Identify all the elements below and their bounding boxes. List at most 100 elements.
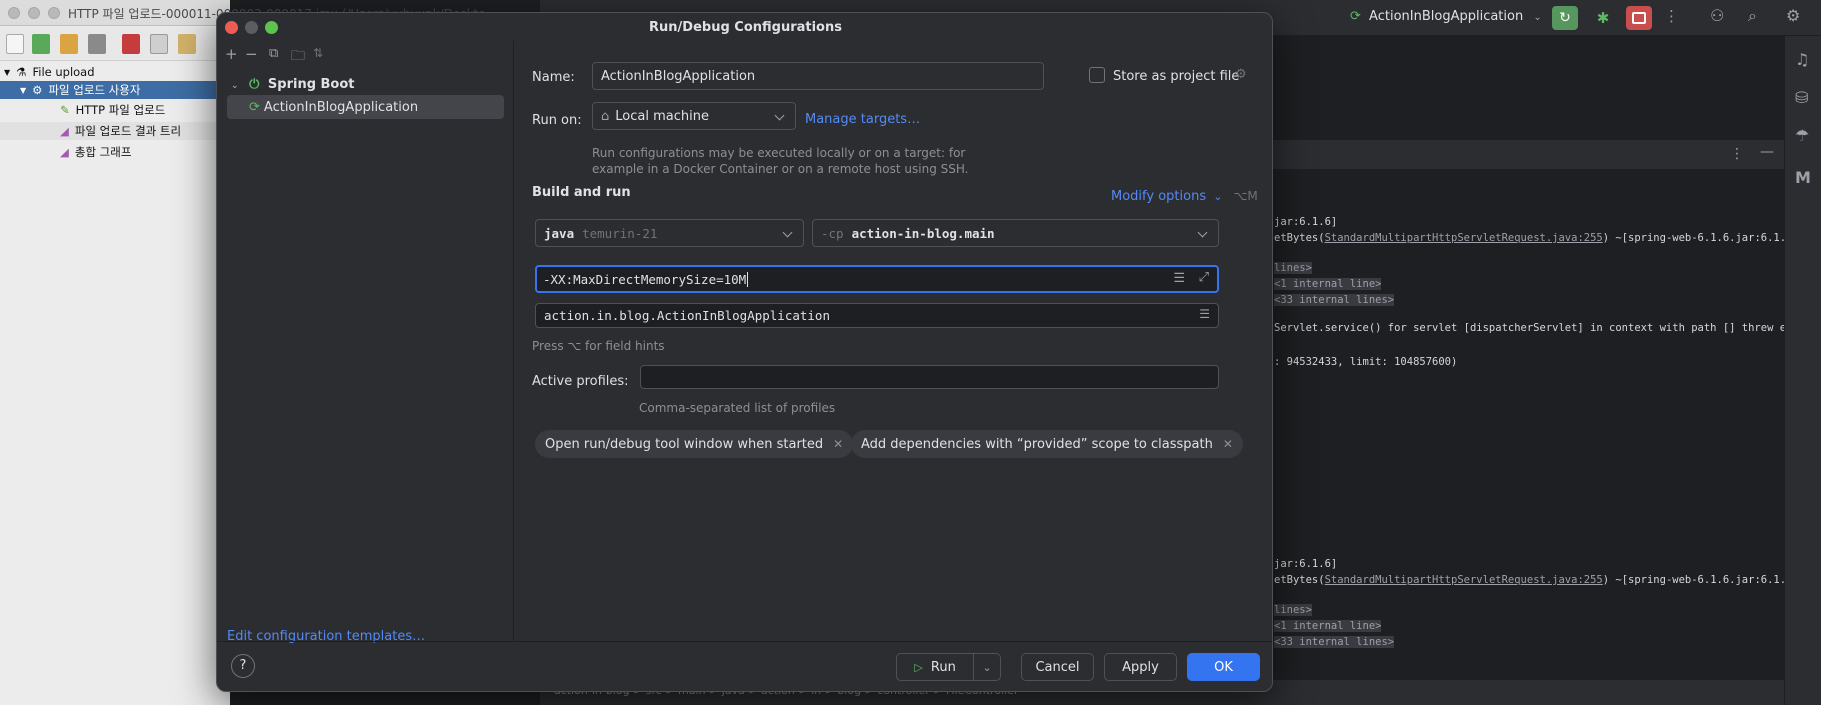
add-user-icon[interactable]: ⚇ [1710,6,1724,25]
add-icon[interactable]: + [225,45,238,63]
tree-item-aggregate-graph[interactable]: ◢ 총합 그래프 [0,143,230,161]
collapsed-lines[interactable]: <33 internal lines> [1274,636,1395,648]
background-app-window: HTTP 파일 업로드-000011-000003-000017.jmx (/U… [0,0,486,705]
run-dropdown-icon[interactable]: ⌄ [974,661,1000,674]
settings-icon[interactable]: ⚙ [1786,6,1800,25]
source-link[interactable]: StandardMultipartHttpServletRequest.java… [1325,232,1603,244]
background-app-titlebar: HTTP 파일 업로드-000011-000003-000017.jmx (/U… [0,0,486,26]
manage-targets-link[interactable]: Manage targets… [805,112,920,127]
cp-keyword: -cp [821,225,844,241]
more-icon[interactable]: ⋮ [1730,146,1744,162]
chevron-down-icon: ⌄ [1213,190,1223,203]
jdk-keyword: java [544,225,575,241]
vm-options-field[interactable]: -XX:MaxDirectMemorySize=10M ☰ ⤢ [535,265,1219,293]
window-close-button[interactable] [8,7,20,19]
list-icon[interactable]: ☰ [1199,307,1210,321]
gradle-icon[interactable]: ☂ [1795,126,1809,145]
more-icon[interactable]: ⋮ [1664,7,1679,25]
open-folder-icon[interactable] [60,34,78,54]
option-chip-provided-scope[interactable]: Add dependencies with “provided” scope t… [851,430,1243,458]
console-output: jar:6.1.6] etBytes(StandardMultipartHttp… [1270,170,1811,680]
ok-button[interactable]: OK [1187,653,1260,681]
expand-icon: ▼ [20,85,27,95]
close-icon[interactable]: ✕ [1223,437,1233,451]
vm-options-value: -XX:MaxDirectMemorySize=10M [543,271,747,287]
expand-icon: ▼ [4,67,11,77]
store-as-project-file-checkbox[interactable] [1089,67,1105,83]
window-zoom-button[interactable] [48,7,60,19]
tree-item-test-plan[interactable]: ▼ ⚗ File upload [0,63,230,81]
templates-icon[interactable] [32,34,50,54]
chevron-down-icon [1197,227,1208,238]
collapsed-lines[interactable]: lines> [1274,262,1312,274]
build-and-run-heading: Build and run [532,185,631,200]
tree-item-actioninblogapplication[interactable]: ⟳ ActionInBlogApplication [227,95,504,119]
tree-item-thread-group[interactable]: ▼ ⚙ 파일 업로드 사용자 [0,81,230,99]
play-icon: ▷ [914,660,923,674]
apply-button[interactable]: Apply [1104,653,1177,681]
collapsed-lines[interactable]: <1 internal line> [1274,620,1382,632]
help-button[interactable]: ? [231,654,255,678]
tree-item-http-request[interactable]: ✎ HTTP 파일 업로드 [0,101,230,119]
sort-icon[interactable]: ⇅ [313,46,323,60]
home-icon: ⌂ [601,108,610,124]
rerun-icon[interactable]: ↻ [1552,6,1578,30]
run-on-combo[interactable]: ⌂ Local machine [592,102,796,130]
name-label: Name: [532,70,575,85]
tree-item-label: ActionInBlogApplication [263,99,419,115]
paste-icon[interactable] [178,34,196,54]
list-icon[interactable]: ☰ [1173,271,1185,286]
dialog-titlebar: Run/Debug Configurations [217,13,1272,41]
tree-group-spring-boot[interactable]: ⌄ ⏻ Spring Boot [231,77,355,92]
console-line: etBytes(StandardMultipartHttpServletRequ… [1274,574,1799,586]
minimize-icon[interactable]: — [1760,144,1774,160]
store-as-project-file-label: Store as project file [1113,69,1240,84]
modify-options-label: Modify options [1111,189,1207,204]
maven-icon[interactable]: M [1795,168,1811,187]
cancel-button[interactable]: Cancel [1021,653,1094,681]
run-config-selector[interactable]: ⟳ ActionInBlogApplication ⌄ [1350,9,1542,24]
modify-options-dropdown[interactable]: Modify options ⌄ ⌥M [1111,185,1258,204]
cp-value: action-in-blog.main [851,225,995,241]
tree-group-label: Spring Boot [267,77,355,92]
new-file-icon[interactable] [6,34,24,54]
close-icon[interactable]: ✕ [833,437,843,451]
console-text: etBytes( [1274,574,1325,586]
notifications-icon[interactable]: ♫ [1795,50,1809,69]
source-link[interactable]: StandardMultipartHttpServletRequest.java… [1325,574,1603,586]
main-class-field[interactable]: action.in.blog.ActionInBlogApplication ☰ [535,303,1219,328]
stop-icon[interactable] [1626,6,1652,30]
classpath-combo[interactable]: -cp action-in-blog.main [812,219,1219,247]
gear-icon[interactable]: ⚙ [1235,67,1247,82]
copy-icon[interactable] [150,34,168,54]
copy-icon[interactable]: ⧉ [269,46,278,61]
console-line: Servlet.service() for servlet [dispatche… [1274,322,1812,334]
database-icon[interactable]: ⛁ [1795,88,1808,107]
pencil-icon: ✎ [60,103,70,117]
window-minimize-button[interactable] [28,7,40,19]
chip-label: Open run/debug tool window when started [545,436,824,452]
active-profiles-field[interactable] [640,365,1219,389]
run-button[interactable]: ▷ Run [897,654,975,680]
cut-icon[interactable] [122,34,140,54]
expand-icon[interactable]: ⤢ [1199,270,1209,285]
jdk-combo[interactable]: java temurin-21 [535,219,804,247]
console-line: jar:6.1.6] [1274,216,1338,228]
collapsed-lines[interactable]: lines> [1274,604,1312,616]
tree-item-results-tree[interactable]: ◢ 파일 업로드 결과 트리 [0,122,230,140]
search-icon[interactable]: ⌕ [1748,6,1757,26]
collapsed-lines[interactable]: <33 internal lines> [1274,294,1395,306]
name-field[interactable]: ActionInBlogApplication [592,62,1044,90]
tree-item-label: HTTP 파일 업로드 [75,103,166,117]
modify-options-shortcut: ⌥M [1233,189,1258,203]
save-icon[interactable] [88,34,106,54]
debug-icon[interactable]: ✱ [1590,6,1616,30]
option-chip-open-tool-window[interactable]: Open run/debug tool window when started … [535,430,854,458]
spring-boot-icon: ⟳ [249,99,260,115]
new-folder-icon[interactable]: 🗀 [291,45,305,69]
remove-icon[interactable]: − [245,45,258,63]
run-button-group: ▷ Run ⌄ [896,653,1001,681]
run-config-label: ActionInBlogApplication [1369,9,1524,24]
field-hints-label: Press ⌥ for field hints [532,339,665,353]
collapsed-lines[interactable]: <1 internal line> [1274,278,1382,290]
